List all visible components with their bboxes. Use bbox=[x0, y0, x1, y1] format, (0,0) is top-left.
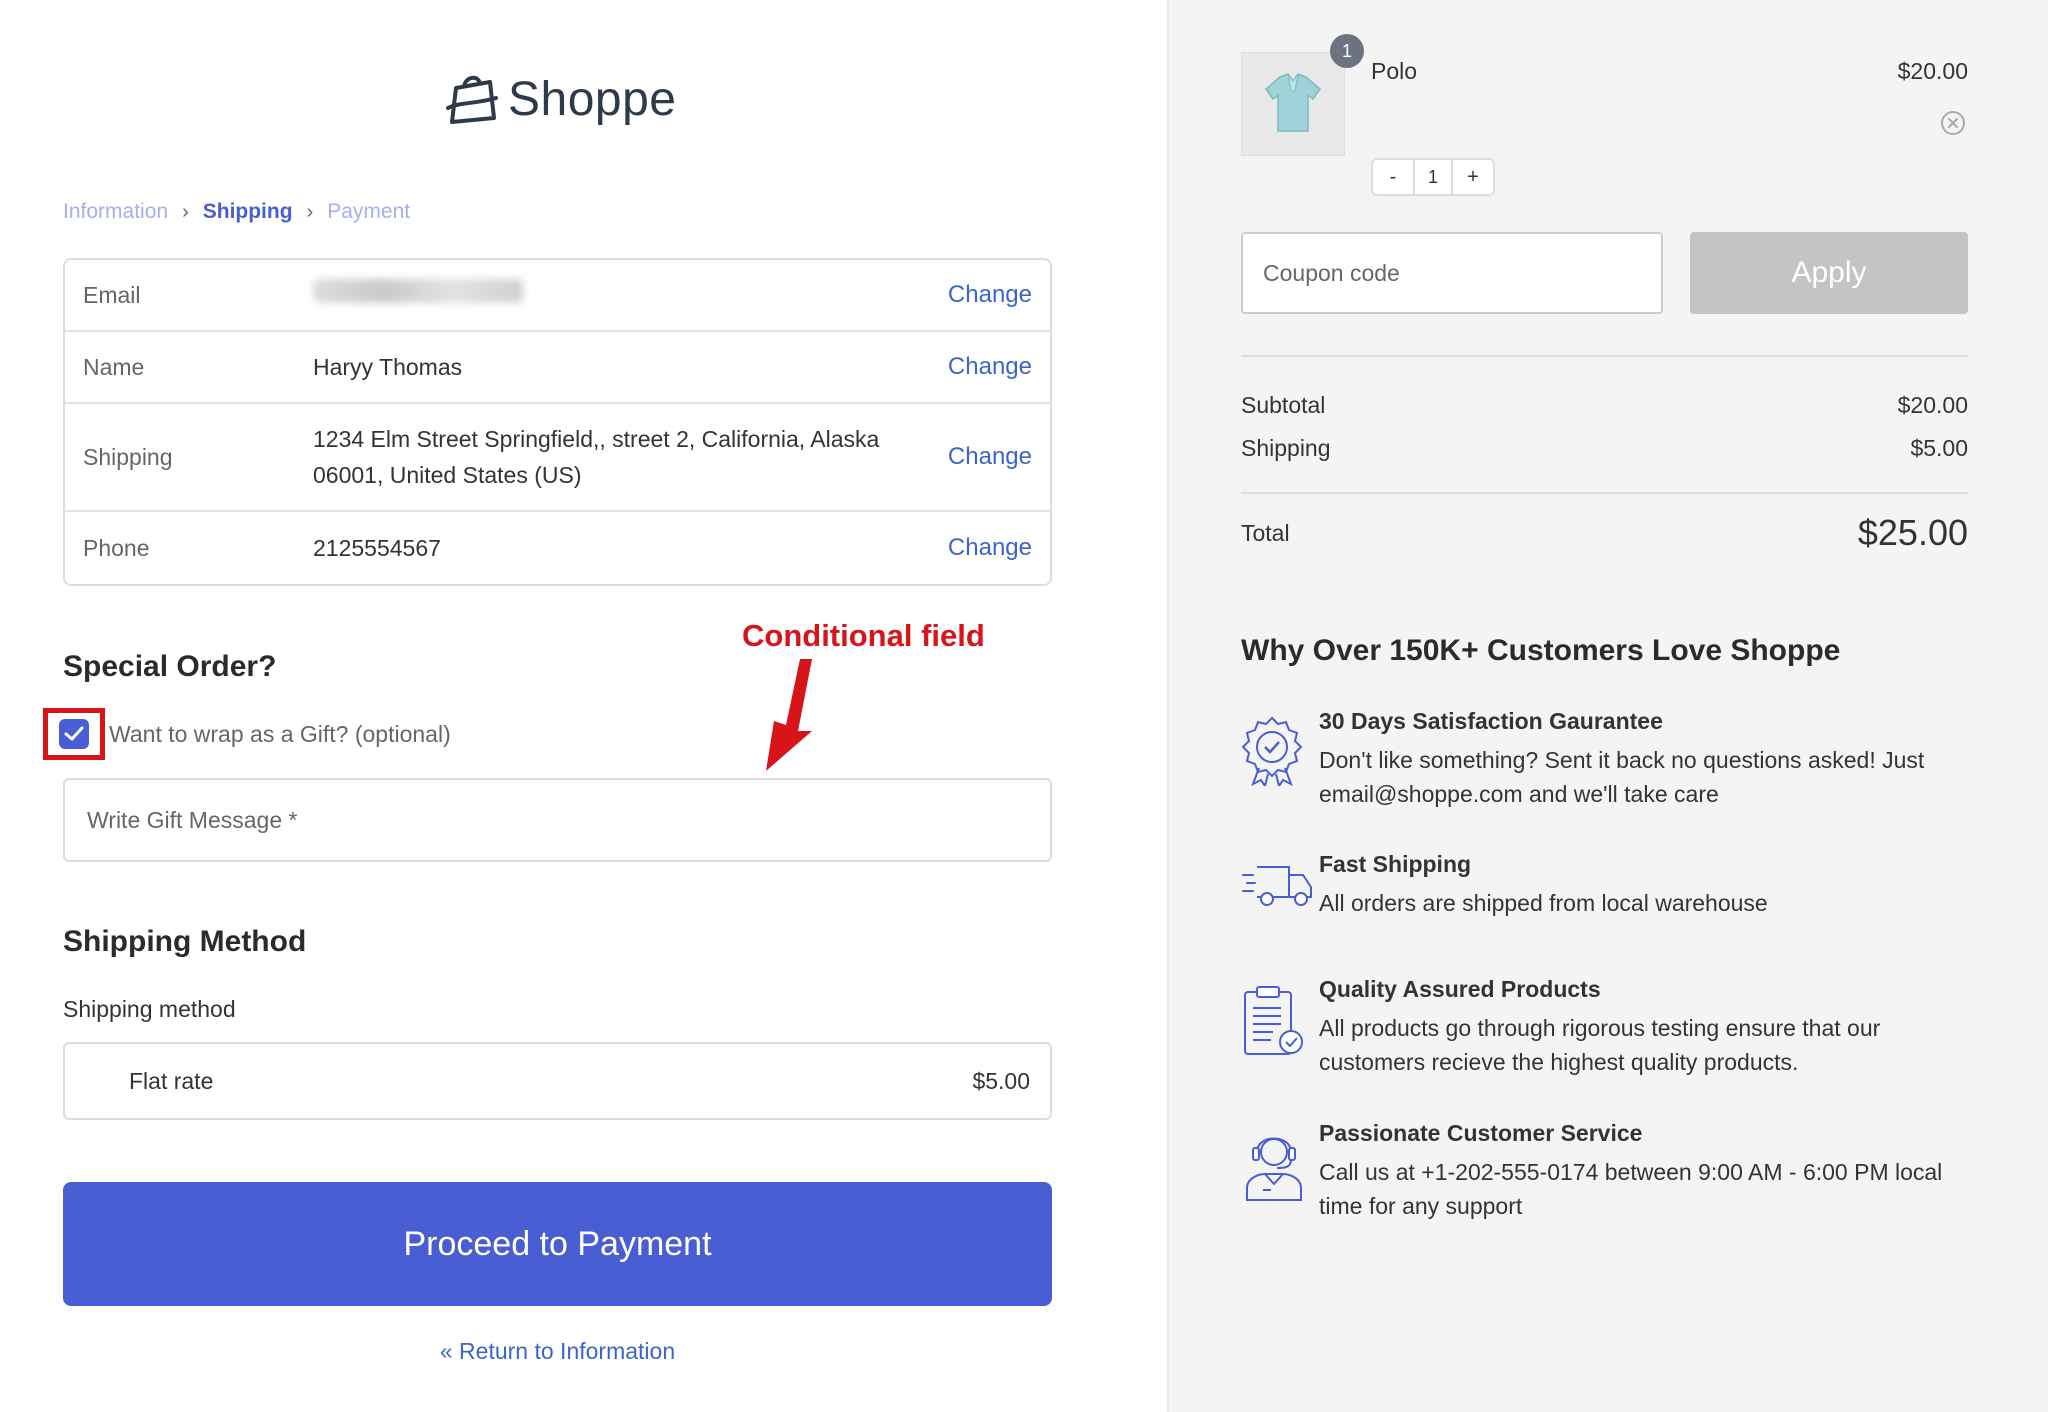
chevron-right-icon: › bbox=[182, 200, 189, 223]
shipping-method-label: Shipping method bbox=[63, 996, 236, 1022]
change-name-link[interactable]: Change bbox=[948, 353, 1032, 381]
customer-info-summary: Email Change Name Haryy Thomas Change Sh… bbox=[63, 258, 1052, 586]
shipping-value: $5.00 bbox=[1910, 435, 1968, 461]
brand-name: Shoppe bbox=[508, 73, 677, 126]
feature-title: Fast Shipping bbox=[1319, 851, 1472, 877]
coupon-code-input[interactable] bbox=[1241, 232, 1663, 314]
total-divider bbox=[1241, 492, 1968, 494]
redacted-email bbox=[313, 279, 523, 303]
truck-icon bbox=[1242, 866, 1312, 906]
product-thumbnail bbox=[1241, 52, 1345, 156]
remove-item-icon[interactable] bbox=[1940, 110, 1966, 136]
gift-wrap-label[interactable]: Want to wrap as a Gift? (optional) bbox=[109, 721, 451, 748]
badge-check-icon bbox=[1241, 716, 1303, 789]
info-row-shipping: Shipping 1234 Elm Street Springfield,, s… bbox=[65, 404, 1050, 512]
polo-shirt-image bbox=[1264, 73, 1322, 132]
feature-title: Passionate Customer Service bbox=[1319, 1120, 1643, 1146]
breadcrumb-information[interactable]: Information bbox=[63, 200, 168, 224]
feature-description: Call us at +1-202-555-0174 between 9:00 … bbox=[1319, 1159, 1943, 1219]
feature-description: Don't like something? Sent it back no qu… bbox=[1319, 747, 1925, 807]
info-value-shipping: 1234 Elm Street Springfield,, street 2, … bbox=[313, 426, 880, 488]
total-value: $25.00 bbox=[1857, 512, 1968, 553]
info-value-phone: 2125554567 bbox=[313, 535, 441, 561]
info-label-phone: Phone bbox=[83, 534, 150, 561]
feature-description: All products go through rigorous testing… bbox=[1319, 1015, 1881, 1075]
info-value-name: Haryy Thomas bbox=[313, 354, 463, 380]
order-summary-panel: 1 Polo $20.00 - 1 + Apply Subtotal $20.0… bbox=[1167, 0, 2048, 1412]
gift-wrap-checkbox[interactable] bbox=[59, 719, 89, 749]
info-row-name: Name Haryy Thomas Change bbox=[65, 332, 1050, 404]
shipping-row: Shipping $5.00 bbox=[1241, 435, 1968, 462]
gift-message-input[interactable] bbox=[63, 778, 1052, 862]
feature-description: All orders are shipped from local wareho… bbox=[1319, 890, 1768, 916]
checkout-form-panel: Shoppe Information › Shipping › Payment … bbox=[0, 0, 1167, 1412]
annotation-highlight-box bbox=[43, 708, 105, 760]
checkmark-icon bbox=[64, 726, 84, 741]
support-agent-icon bbox=[1246, 1137, 1302, 1201]
annotation-label: Conditional field bbox=[742, 618, 985, 653]
product-name: Polo bbox=[1371, 58, 1418, 84]
shipping-option-flat-rate[interactable]: Flat rate $5.00 bbox=[63, 1042, 1052, 1120]
breadcrumb-shipping: Shipping bbox=[202, 200, 293, 223]
feature-satisfaction: 30 Days Satisfaction Gaurantee Don't lik… bbox=[1241, 708, 1981, 811]
product-price: $20.00 bbox=[1897, 58, 1968, 84]
special-order-title: Special Order? bbox=[63, 650, 277, 683]
annotation-arrow-icon bbox=[766, 659, 812, 771]
info-value-email bbox=[313, 277, 948, 313]
shopping-bag-icon bbox=[446, 75, 498, 124]
subtotal-value: $20.00 bbox=[1897, 392, 1968, 418]
shipping-label: Shipping bbox=[1241, 435, 1331, 461]
change-email-link[interactable]: Change bbox=[948, 281, 1032, 309]
chevron-right-icon: › bbox=[306, 200, 314, 223]
shipping-method-title: Shipping Method bbox=[63, 925, 307, 958]
summary-divider bbox=[1241, 355, 1968, 357]
shipping-option-price: $5.00 bbox=[972, 1067, 1030, 1094]
shipping-option-name: Flat rate bbox=[129, 1067, 214, 1094]
feature-fast-shipping: Fast Shipping All orders are shipped fro… bbox=[1241, 851, 1981, 920]
feature-title: 30 Days Satisfaction Gaurantee bbox=[1319, 708, 1663, 734]
info-label-shipping: Shipping bbox=[83, 443, 173, 470]
info-row-phone: Phone 2125554567 Change bbox=[65, 512, 1050, 584]
why-customers-title: Why Over 150K+ Customers Love Shoppe bbox=[1241, 634, 1841, 667]
cart-quantity-badge: 1 bbox=[1330, 34, 1364, 68]
feature-customer-service: Passionate Customer Service Call us at +… bbox=[1241, 1120, 1981, 1223]
clipboard-check-icon bbox=[1244, 986, 1303, 1055]
breadcrumb: Information › Shipping › Payment bbox=[63, 200, 410, 224]
quantity-value[interactable]: 1 bbox=[1413, 160, 1453, 194]
info-label-email: Email bbox=[83, 281, 141, 308]
feature-quality: Quality Assured Products All products go… bbox=[1241, 976, 1981, 1079]
subtotal-label: Subtotal bbox=[1241, 392, 1326, 418]
apply-coupon-button[interactable]: Apply bbox=[1690, 232, 1968, 314]
breadcrumb-payment: Payment bbox=[327, 200, 411, 223]
proceed-to-payment-button[interactable]: Proceed to Payment bbox=[63, 1182, 1052, 1306]
change-phone-link[interactable]: Change bbox=[948, 534, 1032, 562]
total-label: Total bbox=[1241, 519, 1290, 546]
shoppe-logo[interactable]: Shoppe bbox=[446, 72, 677, 127]
return-to-information-link[interactable]: « Return to Information bbox=[0, 1338, 1115, 1365]
info-row-email: Email Change bbox=[65, 260, 1050, 332]
feature-title: Quality Assured Products bbox=[1319, 976, 1601, 1002]
decrease-quantity-button[interactable]: - bbox=[1373, 160, 1413, 194]
gift-wrap-option[interactable]: Want to wrap as a Gift? (optional) bbox=[43, 708, 451, 760]
quantity-stepper: - 1 + bbox=[1371, 158, 1495, 196]
info-label-name: Name bbox=[83, 353, 145, 380]
increase-quantity-button[interactable]: + bbox=[1453, 160, 1493, 194]
total-row: Total $25.00 bbox=[1241, 512, 1968, 554]
subtotal-row: Subtotal $20.00 bbox=[1241, 392, 1968, 419]
change-shipping-link[interactable]: Change bbox=[948, 443, 1032, 471]
